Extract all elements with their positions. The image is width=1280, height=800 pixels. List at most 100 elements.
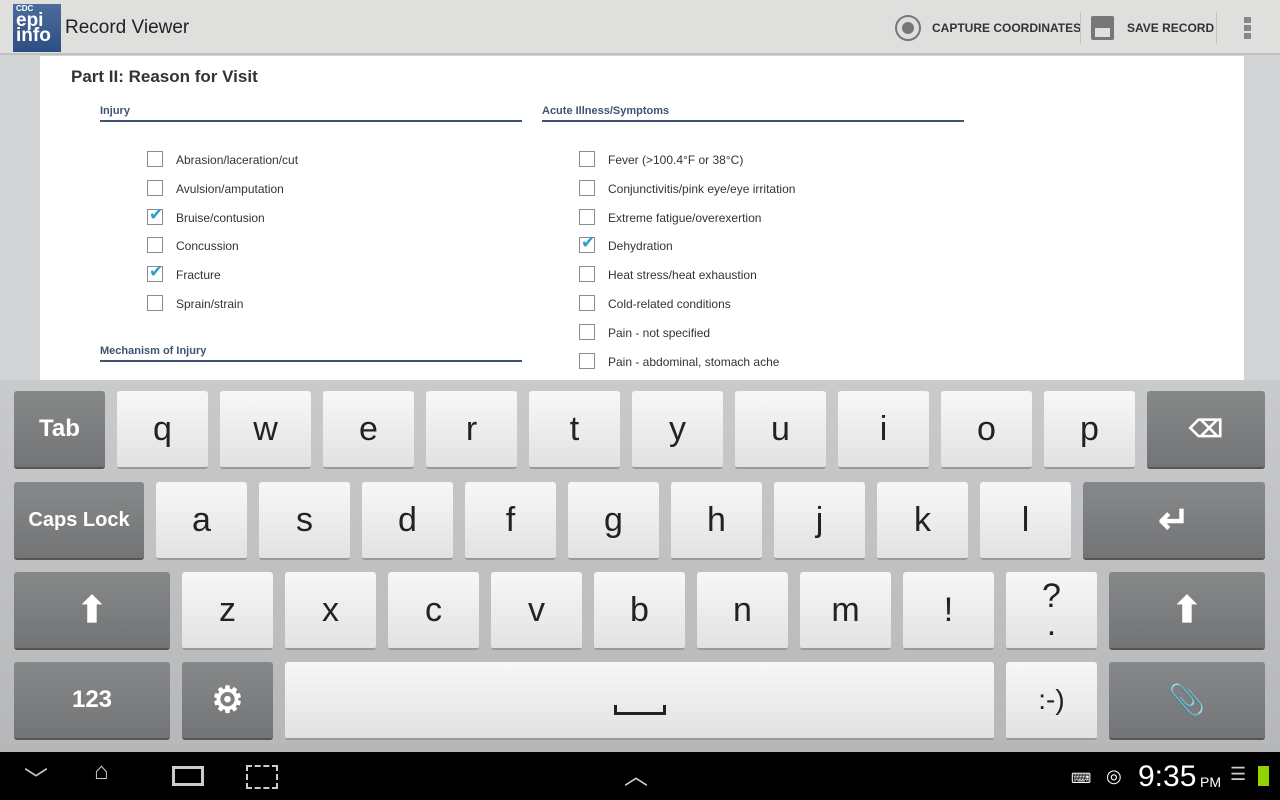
key-n[interactable]: n xyxy=(697,572,788,650)
capture-coordinates-button[interactable]: CAPTURE COORDINATES xyxy=(932,21,1081,35)
shift-icon: ⬆ xyxy=(1171,589,1203,630)
checkbox[interactable] xyxy=(579,208,595,225)
shift-key-right[interactable]: ⬆ xyxy=(1109,572,1265,650)
clipboard-icon: 📎 xyxy=(1168,683,1206,717)
screenshot-icon[interactable] xyxy=(246,765,278,789)
recent-apps-icon[interactable] xyxy=(172,766,204,786)
gps-icon: ◎ xyxy=(1106,766,1122,786)
checkbox-label[interactable]: Fever (>100.4°F or 38°C) xyxy=(608,153,743,167)
key-b[interactable]: b xyxy=(594,572,685,650)
checkbox-label[interactable]: Cold-related conditions xyxy=(608,297,731,311)
key-g[interactable]: g xyxy=(568,482,659,560)
key-o[interactable]: o xyxy=(941,391,1032,469)
checkbox-label[interactable]: Abrasion/laceration/cut xyxy=(176,153,298,167)
checkbox-label[interactable]: Conjunctivitis/pink eye/eye irritation xyxy=(608,182,795,196)
checkbox-label[interactable]: Sprain/strain xyxy=(176,297,243,311)
clipboard-key[interactable]: 📎 xyxy=(1109,662,1265,740)
shift-key-left[interactable]: ⬆ xyxy=(14,572,170,650)
checkbox[interactable] xyxy=(579,233,595,254)
checkbox[interactable] xyxy=(147,151,163,167)
battery-icon xyxy=(1258,766,1269,786)
shift-icon: ⬆ xyxy=(76,589,108,630)
space-key[interactable] xyxy=(285,662,994,740)
enter-key[interactable]: ↵ xyxy=(1083,482,1265,560)
crosshair-icon xyxy=(895,15,921,41)
checkbox[interactable] xyxy=(579,179,595,196)
checkbox-label[interactable]: Concussion xyxy=(176,239,239,253)
key-j[interactable]: j xyxy=(774,482,865,560)
enter-icon: ↵ xyxy=(1158,499,1190,542)
keyboard-icon: ⌨ xyxy=(1071,770,1092,786)
clock-ampm: PM xyxy=(1200,774,1221,790)
key-e[interactable]: e xyxy=(323,391,414,469)
checkbox-label[interactable]: Bruise/contusion xyxy=(176,211,265,225)
key-m[interactable]: m xyxy=(800,572,891,650)
caps-lock-key[interactable]: Caps Lock xyxy=(14,482,144,560)
key-i[interactable]: i xyxy=(838,391,929,469)
key-q[interactable]: q xyxy=(117,391,208,469)
key-l[interactable]: l xyxy=(980,482,1071,560)
key-w[interactable]: w xyxy=(220,391,311,469)
epi-info-logo: CDC epi info xyxy=(13,4,61,52)
tab-key[interactable]: Tab xyxy=(14,391,105,469)
space-icon xyxy=(613,705,666,715)
logo-info: info xyxy=(16,25,51,46)
clock-time: 9:35 xyxy=(1138,760,1197,793)
key-f[interactable]: f xyxy=(465,482,556,560)
checkbox[interactable] xyxy=(579,266,595,283)
checkbox[interactable] xyxy=(147,262,163,283)
checkbox[interactable] xyxy=(147,237,163,254)
gear-icon: ⚙ xyxy=(211,679,244,720)
checkbox[interactable] xyxy=(579,151,595,167)
key-r[interactable]: r xyxy=(426,391,517,469)
save-record-button[interactable]: SAVE RECORD xyxy=(1127,21,1214,35)
checkbox[interactable] xyxy=(147,295,163,311)
action-bar: CDC epi info Record Viewer CAPTURE COORDIN… xyxy=(0,0,1280,55)
numbers-key[interactable]: 123 xyxy=(14,662,170,740)
checkbox-label[interactable]: Heat stress/heat exhaustion xyxy=(608,268,757,282)
key-y[interactable]: y xyxy=(632,391,723,469)
back-icon[interactable]: ﹀ xyxy=(24,760,48,795)
wifi-icon: ☰ xyxy=(1230,764,1247,784)
smiley-key[interactable]: :-) xyxy=(1006,662,1097,740)
backspace-icon: ⌫ xyxy=(1189,415,1223,443)
acute-illness-heading: Acute Illness/Symptoms xyxy=(542,105,964,122)
key-d[interactable]: d xyxy=(362,482,453,560)
key-p[interactable]: p xyxy=(1044,391,1135,469)
checkbox-label[interactable]: Fracture xyxy=(176,268,221,282)
question-key[interactable]: ?. xyxy=(1006,572,1097,650)
key-a[interactable]: a xyxy=(156,482,247,560)
checkbox-label[interactable]: Pain - abdominal, stomach ache xyxy=(608,355,779,369)
key-h[interactable]: h xyxy=(671,482,762,560)
checkbox[interactable] xyxy=(147,205,163,225)
key-exclamation[interactable]: ! xyxy=(903,572,994,650)
key-v[interactable]: v xyxy=(491,572,582,650)
checkbox[interactable] xyxy=(579,352,595,369)
key-u[interactable]: u xyxy=(735,391,826,469)
key-z[interactable]: z xyxy=(182,572,273,650)
checkbox[interactable] xyxy=(579,323,595,340)
checkbox-label[interactable]: Dehydration xyxy=(608,239,673,253)
key-c[interactable]: c xyxy=(388,572,479,650)
key-k[interactable]: k xyxy=(877,482,968,560)
checkbox-label[interactable]: Extreme fatigue/overexertion xyxy=(608,211,761,225)
mechanism-heading: Mechanism of Injury xyxy=(100,345,522,362)
checkbox-label[interactable]: Pain - not specified xyxy=(608,326,710,340)
key-x[interactable]: x xyxy=(285,572,376,650)
backspace-key[interactable]: ⌫ xyxy=(1147,391,1265,469)
key-t[interactable]: t xyxy=(529,391,620,469)
checkbox-label[interactable]: Avulsion/amputation xyxy=(176,182,284,196)
checkbox[interactable] xyxy=(579,295,595,311)
key-s[interactable]: s xyxy=(259,482,350,560)
part-title: Part II: Reason for Visit xyxy=(71,67,258,86)
home-icon[interactable]: ⌂ xyxy=(94,758,109,786)
checkbox[interactable] xyxy=(147,179,163,196)
up-chevron-icon[interactable]: ︿ xyxy=(624,756,648,791)
system-nav-bar: ﹀ ⌂ ︿ ⌨ ◎ 9:35 PM ☰ xyxy=(0,752,1280,800)
overflow-menu-icon[interactable] xyxy=(1244,17,1251,39)
save-icon xyxy=(1091,16,1114,40)
settings-key[interactable]: ⚙ xyxy=(182,662,273,740)
injury-heading: Injury xyxy=(100,105,522,122)
divider xyxy=(1216,12,1217,44)
divider xyxy=(1080,12,1081,44)
